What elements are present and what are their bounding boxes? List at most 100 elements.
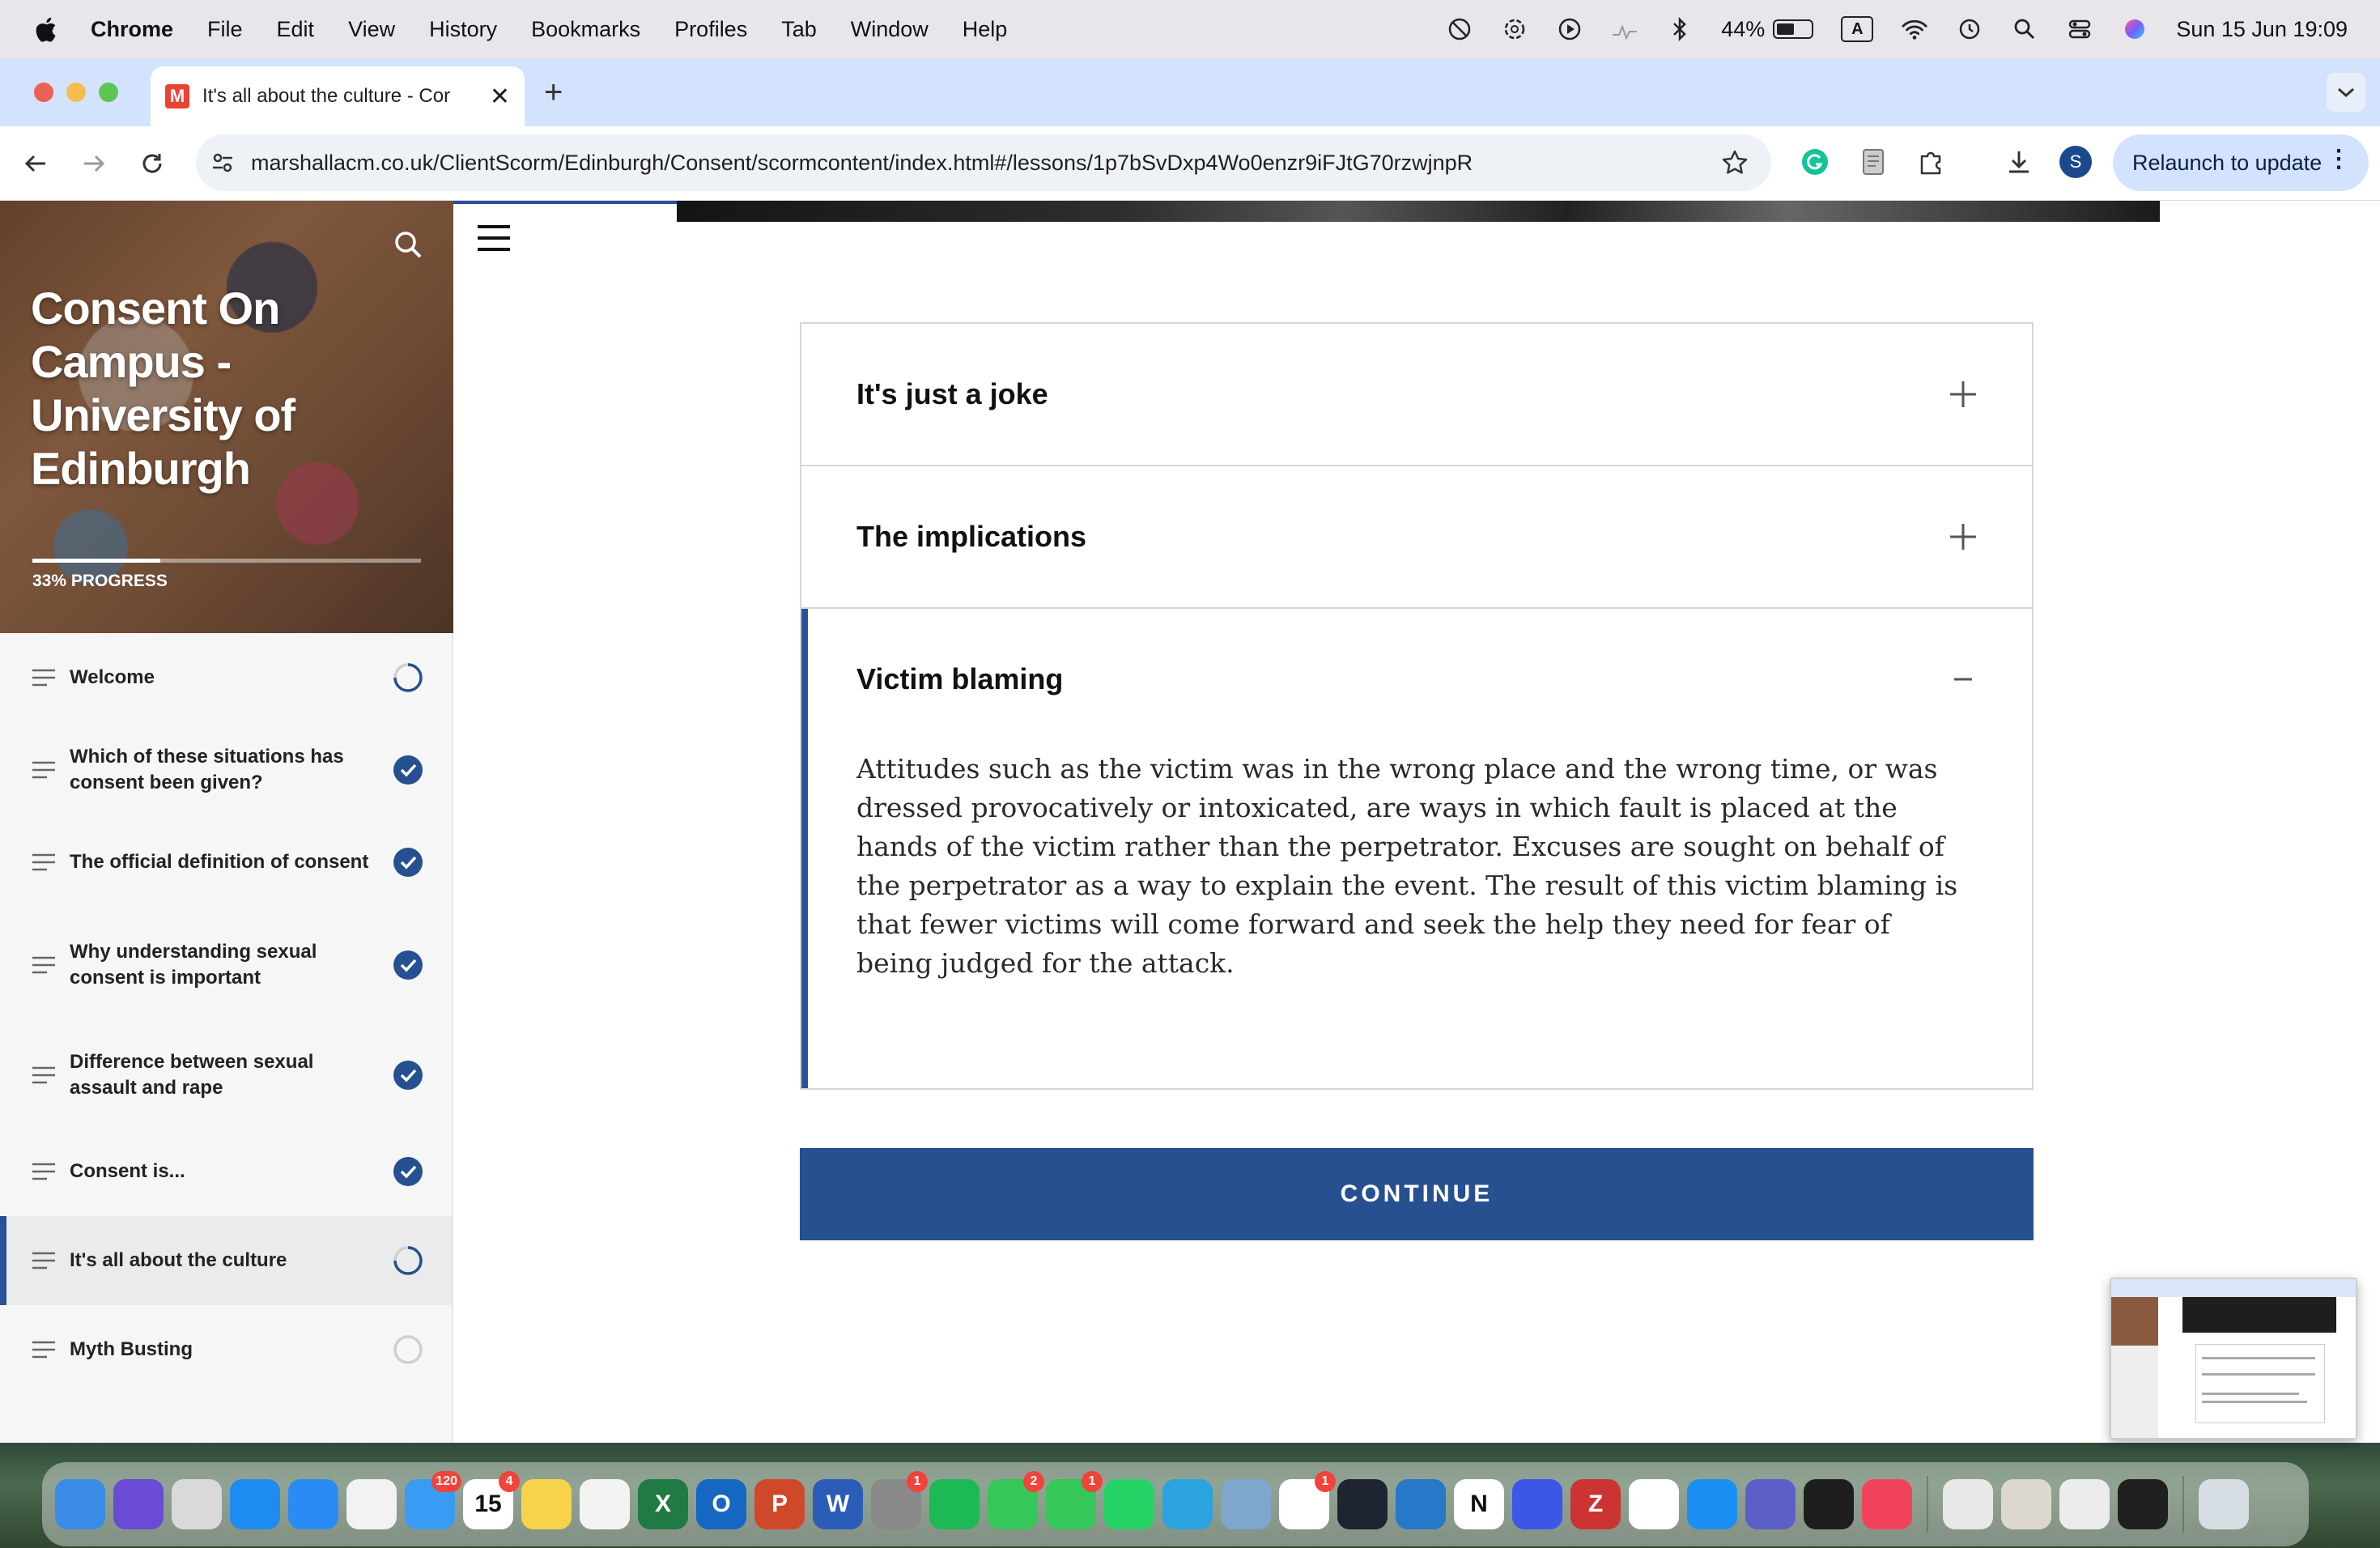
profile-avatar[interactable]: S [2059,146,2092,178]
lesson-item[interactable]: Myth Busting [0,1305,452,1394]
browser-tab-active[interactable]: M It's all about the culture - Cor ✕ [151,66,525,126]
menu-edit[interactable]: Edit [277,17,315,42]
spotlight-search-icon[interactable] [2011,15,2038,43]
screenshot-preview-thumbnail[interactable] [2110,1278,2357,1440]
time-machine-icon[interactable] [1956,15,1983,43]
finder-icon[interactable] [55,1479,105,1529]
plus-icon[interactable] [1948,379,1978,410]
app-store-icon[interactable] [230,1479,280,1529]
site-info-icon[interactable] [210,151,235,175]
activity-menu-icon[interactable] [1611,15,1638,43]
lesson-item[interactable]: It's all about the culture [0,1216,452,1305]
continue-button[interactable]: CONTINUE [800,1148,2034,1240]
minimized-window-icon[interactable] [2001,1479,2051,1529]
tab-search-chevron-icon[interactable] [2327,73,2365,112]
do-not-disturb-icon[interactable] [1446,15,1473,43]
window-close-button[interactable] [34,83,53,102]
wifi-icon[interactable] [1901,15,1928,43]
grammarly-extension-icon[interactable] [1799,146,1831,178]
play-circle-icon[interactable] [1556,15,1583,43]
menu-window[interactable]: Window [851,17,929,42]
chatgpt-menu-icon[interactable] [1501,15,1528,43]
siri-menu-icon[interactable] [2121,15,2148,43]
reading-mode-icon[interactable] [1857,146,1889,178]
menu-tab[interactable]: Tab [781,17,817,42]
accordion-title[interactable]: It's just a joke [801,324,2032,465]
window-zoom-button[interactable] [99,83,118,102]
activity-monitor-icon[interactable] [1804,1479,1854,1529]
menu-view[interactable]: View [348,17,395,42]
minimized-window-icon[interactable] [1943,1479,1993,1529]
mail-icon[interactable]: 120 [405,1471,461,1529]
relaunch-to-update-button[interactable]: Relaunch to update ⋮ [2113,134,2369,191]
notion-icon[interactable]: N [1454,1479,1504,1529]
address-bar[interactable]: marshallacm.co.uk/ClientScorm/Edinburgh/… [196,134,1771,191]
safari-icon[interactable] [288,1479,338,1529]
menu-file[interactable]: File [207,17,243,42]
accordion-item-its-just-a-joke[interactable]: It's just a joke [801,324,2032,466]
menu-app-name[interactable]: Chrome [91,17,173,42]
menu-profiles[interactable]: Profiles [674,17,747,42]
accordion-item-victim-blaming[interactable]: Victim blaming Attitudes such as the vic… [801,609,2032,1088]
outlook-icon[interactable]: O [696,1479,746,1529]
keynote-icon[interactable] [1687,1479,1737,1529]
download-icon[interactable] [2003,146,2035,178]
back-arrow-icon[interactable] [16,144,55,183]
bluetooth-icon[interactable] [1666,15,1694,43]
menu-bookmarks[interactable]: Bookmarks [531,17,640,42]
menu-history[interactable]: History [429,17,497,42]
battery-status[interactable]: 44% [1721,17,1814,42]
minimized-window-icon[interactable] [2118,1479,2168,1529]
cursor-icon[interactable] [1337,1479,1388,1529]
messages-icon[interactable]: 2 [988,1471,1044,1529]
whatsapp-icon[interactable] [1104,1479,1154,1529]
arc-icon[interactable] [1512,1479,1562,1529]
slack-icon[interactable]: 1 [1279,1471,1336,1529]
trash-icon[interactable] [2199,1479,2249,1529]
powerpoint-icon[interactable]: P [754,1479,805,1529]
minimized-window-icon[interactable] [2059,1479,2110,1529]
apple-menu-icon[interactable] [32,15,58,44]
excel-icon[interactable]: X [638,1479,688,1529]
telegram-icon[interactable] [1162,1479,1213,1529]
extensions-puzzle-icon[interactable] [1915,146,1948,178]
chrome-menu-kebab-icon[interactable]: ⋮ [2327,147,2351,172]
zotero-icon[interactable]: Z [1570,1479,1621,1529]
plus-icon[interactable] [1948,521,1978,552]
lesson-item[interactable]: Consent is... [0,1127,452,1216]
menu-help[interactable]: Help [963,17,1008,42]
chrome-icon[interactable] [346,1479,397,1529]
lesson-item[interactable]: Difference between sexual assault and ra… [0,1023,452,1127]
lesson-item[interactable]: The official definition of consent [0,818,452,907]
lesson-item[interactable]: Welcome [0,633,452,722]
lesson-item[interactable]: Which of these situations has consent be… [0,722,452,818]
accordion-title[interactable]: Victim blaming [808,609,2032,750]
chatgpt-icon[interactable] [1629,1479,1679,1529]
spotify-icon[interactable] [929,1479,980,1529]
window-minimize-button[interactable] [66,83,86,102]
accordion-item-the-implications[interactable]: The implications [801,466,2032,609]
word-icon[interactable]: W [813,1479,863,1529]
accordion-title[interactable]: The implications [801,466,2032,607]
new-tab-icon[interactable]: + [544,74,563,111]
forward-arrow-icon[interactable] [74,144,113,183]
lesson-item[interactable]: Why understanding sexual consent is impo… [0,907,452,1023]
menubar-clock[interactable]: Sun 15 Jun 19:09 [2176,17,2348,42]
siri-icon[interactable] [113,1479,164,1529]
music-icon[interactable] [1862,1479,1912,1529]
course-search-icon[interactable] [392,228,424,261]
vscode-icon[interactable] [1396,1479,1446,1529]
teams-icon[interactable] [1745,1479,1796,1529]
preview-icon[interactable] [1221,1479,1271,1529]
notes-icon[interactable] [521,1479,572,1529]
tab-close-icon[interactable]: ✕ [490,83,510,111]
hamburger-menu-icon[interactable] [474,222,513,254]
bookmark-star-icon[interactable] [1721,149,1749,176]
launchpad-icon[interactable] [172,1479,222,1529]
system-settings-icon[interactable]: 1 [871,1471,928,1529]
input-source-icon[interactable]: A [1841,16,1874,42]
photos-icon[interactable] [580,1479,630,1529]
facetime-icon[interactable]: 1 [1046,1471,1103,1529]
reload-icon[interactable] [133,144,172,183]
minus-icon[interactable] [1948,664,1978,695]
